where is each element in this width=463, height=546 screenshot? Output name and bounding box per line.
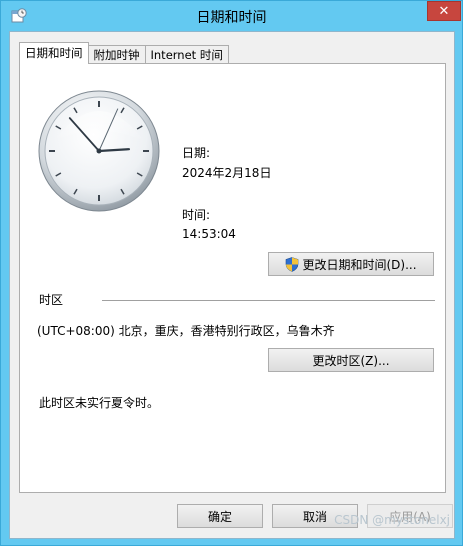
date-label: 日期: xyxy=(182,146,211,160)
ok-button[interactable]: 确定 xyxy=(177,504,263,528)
tab-strip: 日期和时间 附加时钟 Internet 时间 xyxy=(19,42,229,64)
title-bar[interactable]: 日期和时间 ✕ xyxy=(1,1,462,31)
date-value: 2024年2月18日 xyxy=(182,166,272,180)
watermark-text: CSDN @mystonelxj xyxy=(334,513,450,527)
window-title: 日期和时间 xyxy=(196,10,267,26)
change-date-time-label: 更改日期和时间(D)... xyxy=(302,257,417,272)
close-button[interactable]: ✕ xyxy=(427,1,461,21)
dialog-client-area: 日期和时间 附加时钟 Internet 时间 日期: 2024年2月18日 时间… xyxy=(9,31,455,539)
tab-panel: 日期: 2024年2月18日 时间: 14:53:04 更改日期和时间(D)..… xyxy=(19,63,446,493)
uac-shield-icon xyxy=(286,256,299,272)
time-label: 时间: xyxy=(182,208,211,222)
tab-internet-time[interactable]: Internet 时间 xyxy=(144,45,229,64)
dst-note: 此时区未实行夏令时。 xyxy=(39,396,160,410)
timezone-value: (UTC+08:00) 北京，重庆，香港特别行政区，乌鲁木齐 xyxy=(37,324,335,338)
change-timezone-button[interactable]: 更改时区(Z)... xyxy=(268,348,434,372)
timezone-divider xyxy=(102,300,435,301)
date-time-dialog: 日期和时间 ✕ 日期和时间 附加时钟 Internet 时间 日期: 2024年… xyxy=(0,0,463,546)
time-value: 14:53:04 xyxy=(182,227,236,241)
tab-additional-clocks[interactable]: 附加时钟 xyxy=(87,45,146,64)
clock-center-pin xyxy=(96,148,102,154)
tab-date-time[interactable]: 日期和时间 xyxy=(19,42,89,64)
analog-clock xyxy=(38,90,160,212)
change-date-time-button[interactable]: 更改日期和时间(D)... xyxy=(268,252,434,276)
timezone-section-label: 时区 xyxy=(39,293,64,307)
